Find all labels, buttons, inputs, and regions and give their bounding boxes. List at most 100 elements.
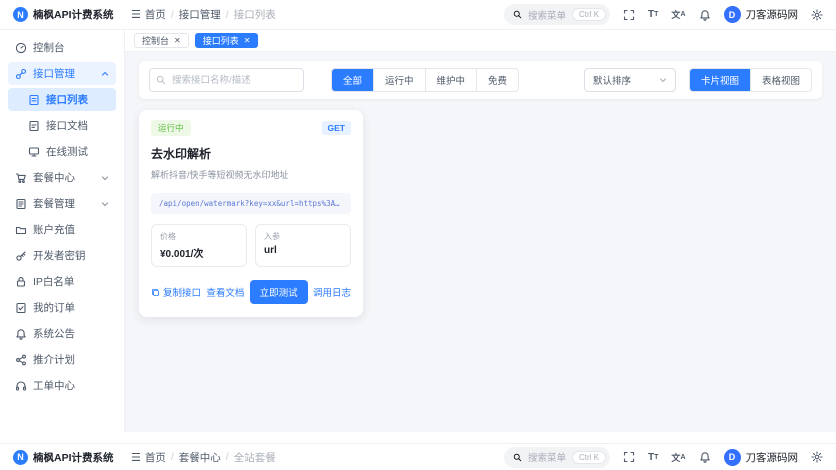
sidebar-item-label: 接口管理 — [33, 66, 75, 81]
settings-gear-icon[interactable] — [811, 451, 823, 463]
api-endpoint[interactable]: /api/open/watermark?key=xx&url=https%3A%… — [151, 193, 351, 214]
headset-icon — [15, 380, 27, 392]
user-menu[interactable]: D 刀客源码网 — [724, 449, 799, 466]
tab-bar: 控制台 ✕ 接口列表 ✕ — [125, 30, 836, 52]
brand-name: 楠枫API计费系统 — [33, 7, 114, 22]
global-search[interactable]: 搜索菜单 Ctrl K — [504, 4, 610, 25]
sidebar: 控制台 接口管理 接口列表 接口文档 在线测试 套餐中心 — [0, 30, 125, 432]
sidebar-item-label: IP白名单 — [33, 274, 74, 289]
sort-select-value: 默认排序 — [593, 73, 631, 87]
status-filter-group: 全部 运行中 维护中 免费 — [331, 68, 519, 92]
search-icon — [156, 75, 166, 85]
view-toggle-group: 卡片视图 表格视图 — [689, 68, 812, 92]
breadcrumb-separator: / — [171, 451, 174, 463]
fullscreen-icon[interactable] — [623, 451, 635, 463]
call-logs-button[interactable]: 调用日志 — [313, 285, 351, 299]
header-actions: 搜索菜单 Ctrl K TT 文A D 刀客源码网 — [504, 447, 836, 468]
tab-dashboard[interactable]: 控制台 ✕ — [134, 33, 189, 48]
breadcrumb-section[interactable]: 接口管理 — [179, 7, 221, 22]
notifications-bell-icon[interactable] — [699, 9, 711, 21]
api-title: 去水印解析 — [151, 145, 351, 162]
font-size-icon[interactable]: TT — [648, 9, 658, 20]
sort-select[interactable]: 默认排序 — [584, 68, 676, 92]
price-value: ¥0.001/次 — [160, 245, 238, 260]
brand[interactable]: N 楠枫API计费系统 — [0, 450, 125, 465]
sidebar-item-label: 开发者密钥 — [33, 248, 86, 263]
sidebar-item-dashboard[interactable]: 控制台 — [8, 36, 116, 59]
sidebar-item-recharge[interactable]: 账户充值 — [8, 218, 116, 241]
sidebar-item-online-test[interactable]: 在线测试 — [8, 140, 116, 163]
copy-icon — [151, 288, 160, 297]
filter-running-button[interactable]: 运行中 — [373, 69, 425, 91]
view-docs-button[interactable]: 查看文档 — [206, 285, 244, 299]
sidebar-item-api-list[interactable]: 接口列表 — [8, 88, 116, 111]
translate-icon[interactable]: 文A — [671, 8, 685, 21]
sidebar-item-developer-key[interactable]: 开发者密钥 — [8, 244, 116, 267]
bell-icon — [15, 328, 27, 340]
brand-name: 楠枫API计费系统 — [33, 450, 114, 465]
tab-api-list[interactable]: 接口列表 ✕ — [195, 33, 259, 48]
card-view-button[interactable]: 卡片视图 — [690, 69, 750, 91]
body: 控制台 接口管理 接口列表 接口文档 在线测试 套餐中心 — [0, 30, 836, 432]
sidebar-item-label: 接口列表 — [46, 92, 88, 107]
brand[interactable]: N 楠枫API计费系统 — [0, 7, 125, 22]
test-now-button[interactable]: 立即测试 — [250, 280, 308, 304]
price-label: 价格 — [160, 231, 238, 242]
table-view-button[interactable]: 表格视图 — [750, 69, 811, 91]
sidebar-item-label: 接口文档 — [46, 118, 88, 133]
settings-gear-icon[interactable] — [811, 9, 823, 21]
sidebar-item-announcements[interactable]: 系统公告 — [8, 322, 116, 345]
sidebar-item-referral[interactable]: 推介计划 — [8, 348, 116, 371]
sidebar-item-package-manage[interactable]: 套餐管理 — [8, 192, 116, 215]
api-card[interactable]: 运行中 GET 去水印解析 解析抖音/快手等短视频无水印地址 /api/open… — [139, 110, 363, 317]
api-search — [149, 68, 304, 92]
tab-close-icon[interactable]: ✕ — [244, 37, 251, 45]
tab-close-icon[interactable]: ✕ — [174, 37, 181, 45]
sidebar-item-ip-whitelist[interactable]: IP白名单 — [8, 270, 116, 293]
sidebar-collapse-icon[interactable]: ☰ — [131, 451, 141, 464]
sidebar-item-api-docs[interactable]: 接口文档 — [8, 114, 116, 137]
breadcrumb-home[interactable]: 首页 — [145, 7, 166, 22]
cart-icon — [15, 172, 27, 184]
sidebar-item-my-orders[interactable]: 我的订单 — [8, 296, 116, 319]
content: 全部 运行中 维护中 免费 默认排序 卡片视图 表格视图 — [125, 52, 836, 432]
sidebar-collapse-icon[interactable]: ☰ — [131, 8, 141, 21]
monitor-icon — [28, 146, 40, 158]
param-label: 入参 — [264, 231, 342, 242]
key-icon — [15, 250, 27, 262]
user-menu[interactable]: D 刀客源码网 — [724, 6, 799, 23]
chevron-down-icon — [101, 200, 109, 208]
sidebar-item-label: 工单中心 — [33, 378, 75, 393]
global-search[interactable]: 搜索菜单 Ctrl K — [504, 447, 610, 468]
sidebar-item-label: 账户充值 — [33, 222, 75, 237]
sidebar-item-label: 套餐中心 — [33, 170, 75, 185]
breadcrumb-section[interactable]: 套餐中心 — [179, 450, 221, 465]
header-actions: 搜索菜单 Ctrl K TT 文A D 刀客源码网 — [504, 4, 836, 25]
api-search-input[interactable] — [149, 68, 304, 92]
user-name: 刀客源码网 — [746, 7, 799, 22]
api-icon — [15, 68, 27, 80]
sidebar-item-api-manage[interactable]: 接口管理 — [8, 62, 116, 85]
sidebar-item-ticket-center[interactable]: 工单中心 — [8, 374, 116, 397]
api-description: 解析抖音/快手等短视频无水印地址 — [151, 168, 351, 181]
toolbar-right: 默认排序 卡片视图 表格视图 — [584, 68, 812, 92]
breadcrumb-separator: / — [226, 451, 229, 463]
sidebar-item-label: 控制台 — [33, 40, 65, 55]
notifications-bell-icon[interactable] — [699, 451, 711, 463]
chevron-down-icon — [101, 174, 109, 182]
filter-maintenance-button[interactable]: 维护中 — [425, 69, 477, 91]
filter-free-button[interactable]: 免费 — [476, 69, 518, 91]
translate-icon[interactable]: 文A — [671, 451, 685, 464]
fullscreen-icon[interactable] — [623, 9, 635, 21]
user-avatar: D — [724, 6, 741, 23]
document-icon — [28, 120, 40, 132]
breadcrumb: 首页 / 套餐中心 / 全站套餐 — [145, 450, 276, 465]
api-card-actions: 复制接口 查看文档 立即测试 调用日志 — [151, 280, 351, 304]
breadcrumb-home[interactable]: 首页 — [145, 450, 166, 465]
font-size-icon[interactable]: TT — [648, 452, 658, 463]
sidebar-item-package-center[interactable]: 套餐中心 — [8, 166, 116, 189]
filter-all-button[interactable]: 全部 — [332, 69, 373, 91]
main-area: 控制台 ✕ 接口列表 ✕ 全部 运行中 — [125, 30, 836, 432]
copy-api-button[interactable]: 复制接口 — [151, 285, 201, 299]
lock-icon — [15, 276, 27, 288]
